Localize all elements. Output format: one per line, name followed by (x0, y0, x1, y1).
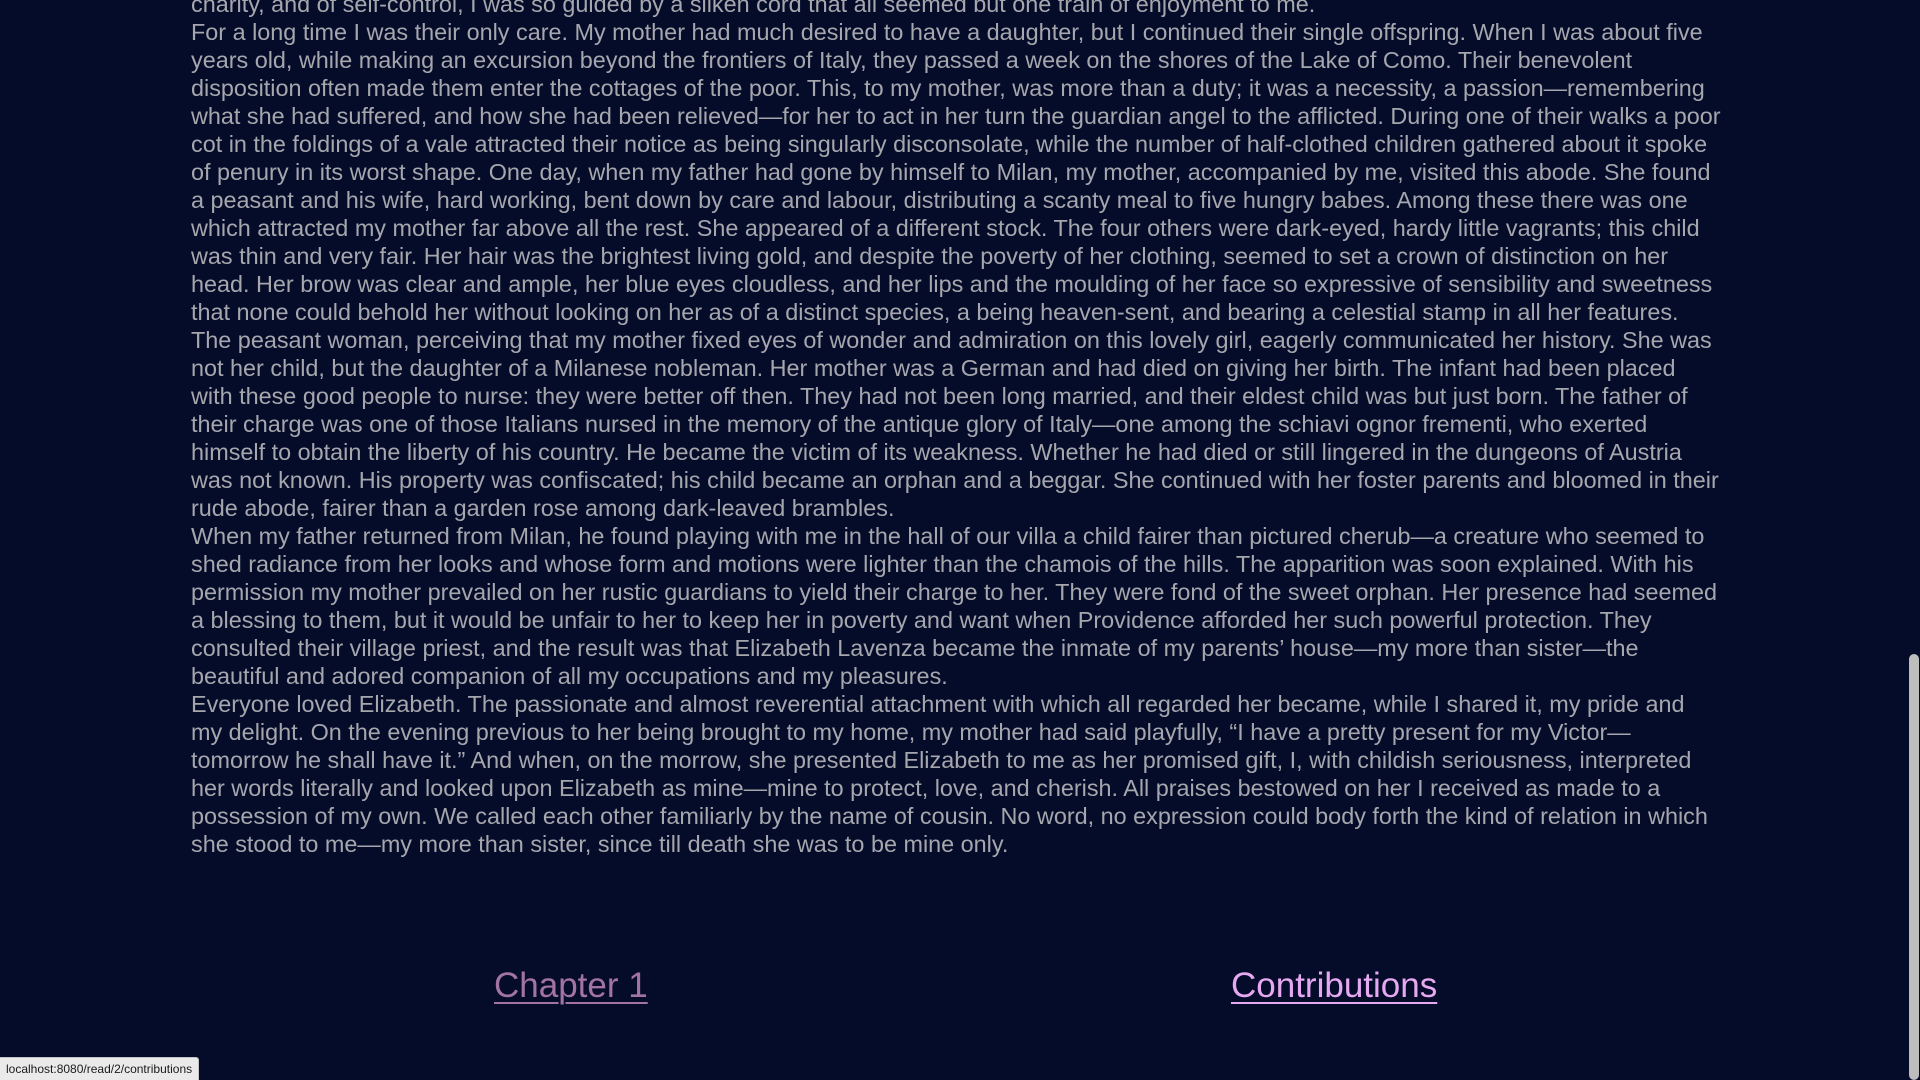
status-bar-url: localhost:8080/read/2/contributions (0, 1057, 200, 1080)
paragraph: When my father returned from Milan, he f… (191, 523, 1717, 689)
paragraph: Everyone loved Elizabeth. The passionate… (191, 691, 1708, 857)
paragraph: charity, and of self-control, I was so g… (191, 0, 1316, 17)
scrollbar-thumb[interactable] (1909, 654, 1919, 1080)
chapter-text: charity, and of self-control, I was so g… (191, 0, 1721, 858)
paragraph: The peasant woman, perceiving that my mo… (191, 327, 1719, 521)
paragraph: For a long time I was their only care. M… (191, 19, 1721, 325)
chapter-navigation: Chapter 1 Contributions (0, 962, 1908, 1012)
previous-chapter-link[interactable]: Chapter 1 (494, 962, 648, 1010)
scrollbar[interactable] (1908, 0, 1920, 1080)
next-chapter-link[interactable]: Contributions (1231, 962, 1437, 1010)
